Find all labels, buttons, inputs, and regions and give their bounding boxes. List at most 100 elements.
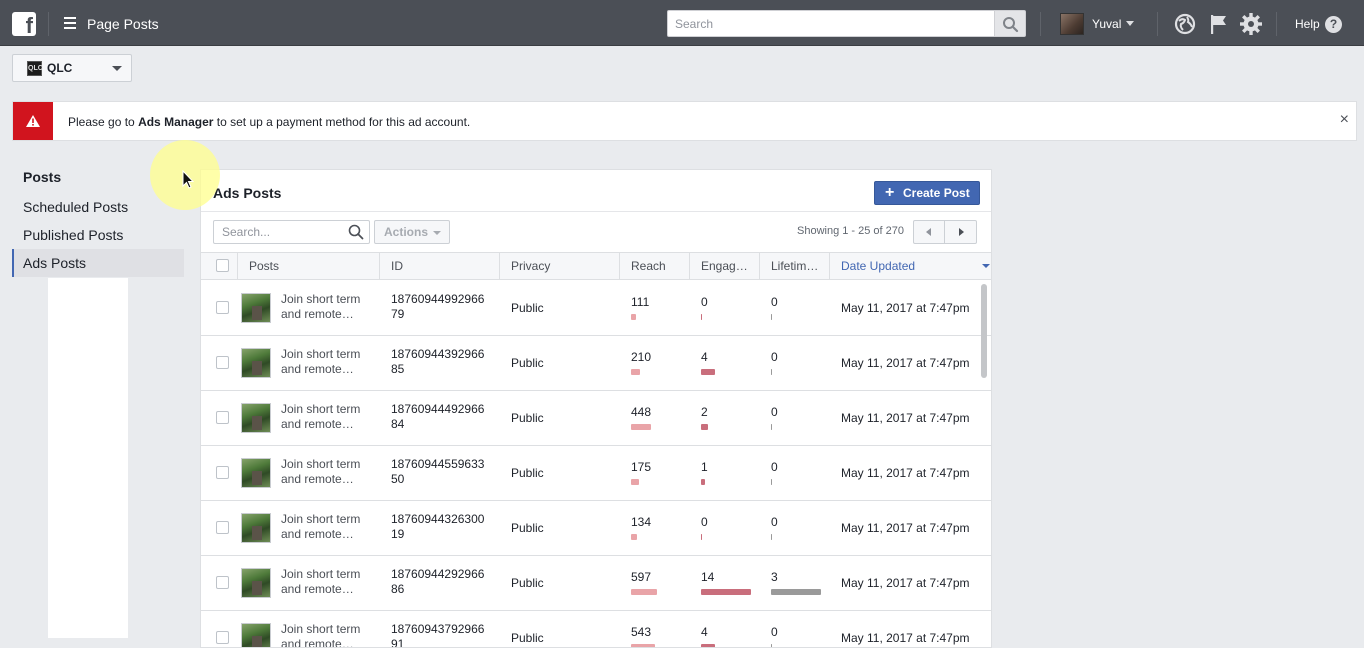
engagement-bar bbox=[701, 369, 715, 375]
ads-manager-link[interactable]: Ads Manager bbox=[138, 115, 213, 129]
close-icon[interactable]: × bbox=[1340, 111, 1349, 129]
row-checkbox[interactable] bbox=[216, 466, 229, 479]
lifetime-value: 0 bbox=[771, 350, 778, 364]
post-thumbnail[interactable] bbox=[241, 293, 271, 323]
post-preview[interactable]: Join short term and remote… bbox=[281, 567, 371, 597]
post-id: 18760944292966 86 bbox=[391, 567, 485, 596]
top-bar: f Page Posts Yuval He bbox=[0, 0, 1364, 46]
search-icon bbox=[1003, 17, 1019, 33]
column-header-reach[interactable]: Reach bbox=[619, 253, 689, 279]
reach-value: 210 bbox=[631, 350, 652, 364]
post-preview[interactable]: Join short term and remote… bbox=[281, 622, 371, 647]
user-name[interactable]: Yuval bbox=[1092, 17, 1121, 31]
post-preview[interactable]: Join short term and remote… bbox=[281, 512, 371, 542]
reach-bar bbox=[631, 534, 637, 540]
sidebar-item-published-posts[interactable]: Published Posts bbox=[12, 221, 184, 249]
table-row[interactable]: Join short term and remote… 18760944292966… bbox=[201, 556, 991, 611]
actions-dropdown[interactable]: Actions bbox=[374, 220, 450, 244]
row-checkbox[interactable] bbox=[216, 301, 229, 314]
post-preview[interactable]: Join short term and remote… bbox=[281, 457, 371, 487]
column-header-lifetime[interactable]: Lifetim… bbox=[759, 253, 829, 279]
account-logo: QLC bbox=[27, 61, 43, 76]
column-header-date-updated[interactable]: Date Updated bbox=[829, 253, 991, 279]
engagement-value: 2 bbox=[701, 405, 708, 419]
select-all-checkbox[interactable] bbox=[216, 259, 229, 272]
help-icon[interactable]: ? bbox=[1325, 16, 1342, 33]
column-header-engagement[interactable]: Engag… bbox=[689, 253, 759, 279]
sort-desc-icon bbox=[982, 264, 990, 268]
flag-icon[interactable] bbox=[1207, 12, 1231, 36]
reach-value: 597 bbox=[631, 570, 652, 584]
search-input[interactable] bbox=[667, 10, 995, 37]
engagement-bar bbox=[701, 424, 708, 430]
row-checkbox[interactable] bbox=[216, 576, 229, 589]
avatar[interactable] bbox=[1060, 13, 1084, 35]
post-id: 18760943792966 91 bbox=[391, 622, 485, 648]
gear-icon[interactable] bbox=[1239, 12, 1263, 36]
lifetime-value: 0 bbox=[771, 515, 778, 529]
post-id: 18760944492966 84 bbox=[391, 402, 485, 431]
lifetime-bar bbox=[771, 589, 821, 595]
column-header-posts[interactable]: Posts bbox=[237, 253, 379, 279]
post-preview[interactable]: Join short term and remote… bbox=[281, 292, 371, 322]
pagination-status: Showing 1 - 25 of 270 bbox=[797, 225, 905, 237]
nav-heading[interactable]: Posts bbox=[23, 169, 61, 185]
date-updated: May 11, 2017 at 7:47pm bbox=[841, 466, 970, 480]
column-header-privacy[interactable]: Privacy bbox=[499, 253, 619, 279]
post-id: 18760944559633 50 bbox=[391, 457, 485, 486]
row-checkbox[interactable] bbox=[216, 411, 229, 424]
page-title[interactable]: Page Posts bbox=[87, 16, 159, 32]
post-thumbnail[interactable] bbox=[241, 513, 271, 543]
table-row[interactable]: Join short term and remote… 18760944492966… bbox=[201, 391, 991, 446]
engagement-value: 4 bbox=[701, 350, 708, 364]
create-post-button[interactable]: + Create Post bbox=[874, 181, 980, 205]
engagement-value: 14 bbox=[701, 570, 715, 584]
posts-search-input[interactable] bbox=[213, 220, 370, 244]
lifetime-value: 3 bbox=[771, 570, 778, 584]
ads-posts-panel: Ads Posts +Create Post Actions Showing 1… bbox=[200, 169, 992, 648]
table-row[interactable]: Join short term and remote… 18760944326300… bbox=[201, 501, 991, 556]
table-scrollbar[interactable] bbox=[981, 284, 987, 378]
account-selector[interactable]: QLC QLC bbox=[12, 54, 132, 82]
lifetime-value: 0 bbox=[771, 295, 778, 309]
table-row[interactable]: Join short term and remote… 18760943792966… bbox=[201, 611, 991, 648]
post-id: 18760944326300 19 bbox=[391, 512, 485, 541]
globe-icon[interactable] bbox=[1173, 12, 1197, 36]
post-thumbnail[interactable] bbox=[241, 403, 271, 433]
column-header-id[interactable]: ID bbox=[379, 253, 499, 279]
sidebar-item-ads-posts[interactable]: Ads Posts bbox=[12, 249, 184, 277]
reach-value: 543 bbox=[631, 625, 652, 639]
post-thumbnail[interactable] bbox=[241, 623, 271, 647]
warning-icon bbox=[26, 115, 40, 127]
lifetime-bar bbox=[771, 644, 772, 647]
post-thumbnail[interactable] bbox=[241, 348, 271, 378]
post-thumbnail[interactable] bbox=[241, 458, 271, 488]
reach-bar bbox=[631, 479, 639, 485]
engagement-bar bbox=[701, 589, 751, 595]
date-updated: May 11, 2017 at 7:47pm bbox=[841, 356, 970, 370]
search-button[interactable] bbox=[995, 10, 1026, 37]
hamburger-menu-icon[interactable] bbox=[64, 17, 76, 29]
chevron-down-icon[interactable] bbox=[1126, 21, 1134, 26]
help-link[interactable]: Help bbox=[1295, 17, 1320, 31]
post-privacy: Public bbox=[511, 466, 544, 480]
row-checkbox[interactable] bbox=[216, 631, 229, 644]
engagement-bar bbox=[701, 479, 705, 485]
row-checkbox[interactable] bbox=[216, 521, 229, 534]
next-page-button[interactable] bbox=[945, 220, 977, 244]
post-thumbnail[interactable] bbox=[241, 568, 271, 598]
divider bbox=[1040, 12, 1041, 36]
table-row[interactable]: Join short term and remote… 18760944559633… bbox=[201, 446, 991, 501]
divider bbox=[1276, 12, 1277, 36]
panel-title: Ads Posts bbox=[213, 185, 282, 201]
post-privacy: Public bbox=[511, 301, 544, 315]
search-icon[interactable] bbox=[348, 224, 364, 240]
previous-page-button[interactable] bbox=[913, 220, 945, 244]
post-preview[interactable]: Join short term and remote… bbox=[281, 347, 371, 377]
table-row[interactable]: Join short term and remote… 18760944392966… bbox=[201, 336, 991, 391]
reach-bar bbox=[631, 369, 640, 375]
facebook-logo-icon[interactable]: f bbox=[12, 12, 36, 38]
row-checkbox[interactable] bbox=[216, 356, 229, 369]
table-row[interactable]: Join short term and remote… 18760944992966… bbox=[201, 281, 991, 336]
post-preview[interactable]: Join short term and remote… bbox=[281, 402, 371, 432]
